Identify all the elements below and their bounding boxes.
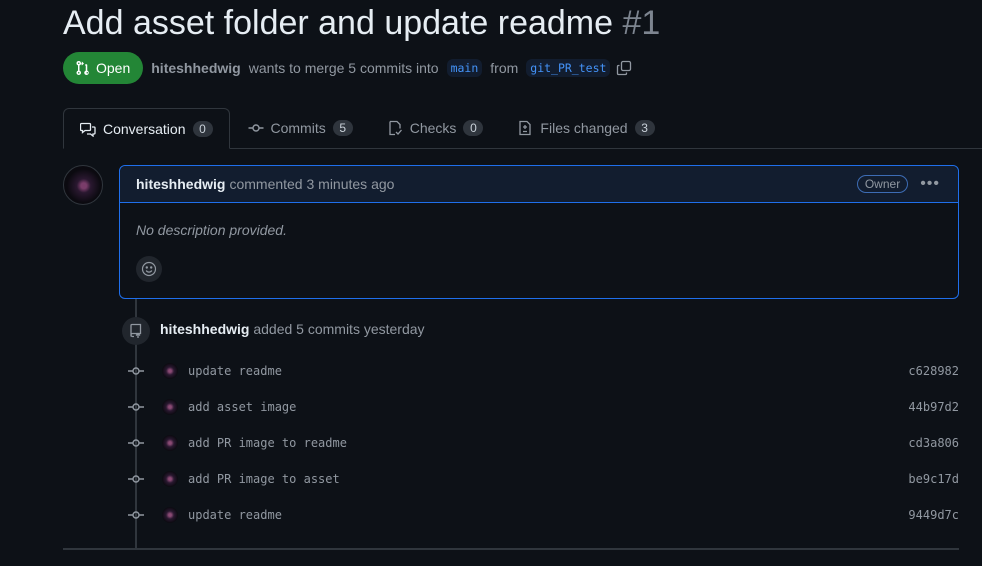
- commit-sha[interactable]: 9449d7c: [908, 508, 959, 522]
- pr-author-link[interactable]: hiteshhedwig: [151, 60, 240, 76]
- commit-row: update readme c628982: [128, 361, 959, 381]
- commit-sha[interactable]: c628982: [908, 364, 959, 378]
- tab-files-changed[interactable]: Files changed 3: [501, 108, 670, 148]
- commit-author-avatar[interactable]: [162, 471, 178, 487]
- smiley-icon: [141, 261, 157, 277]
- tab-checks[interactable]: Checks 0: [371, 108, 500, 148]
- tab-label: Conversation: [103, 120, 186, 137]
- commit-row: add PR image to asset be9c17d: [128, 469, 959, 489]
- kebab-horizontal-icon[interactable]: •••: [918, 175, 942, 193]
- tab-counter: 0: [463, 120, 484, 136]
- owner-badge: Owner: [856, 175, 909, 193]
- commit-row: update readme 9449d7c: [128, 505, 959, 525]
- tab-counter: 5: [332, 120, 353, 136]
- tab-conversation[interactable]: Conversation 0: [63, 108, 230, 149]
- commit-message[interactable]: add PR image to asset: [188, 472, 340, 486]
- git-commit-icon: [128, 435, 144, 451]
- git-commit-icon: [248, 124, 263, 132]
- add-reaction-button[interactable]: [136, 256, 162, 282]
- state-label: Open: [96, 60, 131, 76]
- commit-author-avatar[interactable]: [162, 399, 178, 415]
- git-commit-icon: [128, 363, 144, 379]
- checklist-icon: [389, 120, 402, 136]
- tab-label: Commits: [270, 120, 326, 136]
- repo-push-icon: [122, 317, 150, 345]
- pr-title: Add asset folder and update readme: [63, 4, 614, 42]
- commit-message[interactable]: update readme: [188, 508, 282, 522]
- copy-icon[interactable]: [616, 60, 632, 76]
- comment-body: No description provided.: [136, 222, 287, 238]
- commit-row: add PR image to readme cd3a806: [128, 433, 959, 453]
- event-text: added 5 commits yesterday: [253, 321, 425, 337]
- pr-tabs: Conversation 0 Commits 5 Checks 0 Files …: [63, 108, 982, 149]
- git-commit-icon: [128, 507, 144, 523]
- comment-header: hiteshhedwig commented 3 minutes ago Own…: [120, 166, 958, 203]
- pr-number: #1: [622, 4, 661, 42]
- tab-counter: 0: [192, 120, 213, 137]
- merge-text: wants to merge 5 commits into: [248, 60, 439, 76]
- git-pull-request-icon: [76, 60, 89, 76]
- commit-sha[interactable]: cd3a806: [908, 436, 959, 450]
- comment-author[interactable]: hiteshhedwig: [136, 176, 225, 192]
- comment-box: hiteshhedwig commented 3 minutes ago Own…: [119, 165, 959, 299]
- file-diff-icon: [519, 120, 532, 136]
- from-text: from: [490, 60, 519, 76]
- state-badge: Open: [63, 52, 144, 84]
- tab-commits[interactable]: Commits 5: [232, 108, 369, 148]
- head-branch[interactable]: git_PR_test: [526, 59, 611, 77]
- git-commit-icon: [128, 471, 144, 487]
- comment-action: commented 3 minutes ago: [229, 176, 395, 192]
- commit-author-avatar[interactable]: [162, 363, 178, 379]
- commit-author-avatar[interactable]: [162, 435, 178, 451]
- divider: [63, 548, 959, 550]
- commit-message[interactable]: update readme: [188, 364, 282, 378]
- tab-counter: 3: [634, 120, 655, 136]
- commit-message[interactable]: add asset image: [188, 400, 296, 414]
- author-avatar[interactable]: [63, 165, 103, 205]
- pr-meta: Open hiteshhedwig wants to merge 5 commi…: [63, 52, 632, 84]
- commit-row: add asset image 44b97d2: [128, 397, 959, 417]
- tab-label: Checks: [409, 120, 457, 136]
- event-author[interactable]: hiteshhedwig: [160, 321, 249, 337]
- pr-title-heading: Add asset folder and update readme #1: [63, 4, 660, 43]
- git-commit-icon: [128, 399, 144, 415]
- commit-author-avatar[interactable]: [162, 507, 178, 523]
- commit-sha[interactable]: 44b97d2: [908, 400, 959, 414]
- tab-label: Files changed: [540, 120, 628, 136]
- commits-event: hiteshhedwig added 5 commits yesterday: [160, 321, 425, 337]
- commit-message[interactable]: add PR image to readme: [188, 436, 347, 450]
- base-branch[interactable]: main: [446, 59, 483, 77]
- comment-discussion-icon: [80, 122, 96, 137]
- commit-sha[interactable]: be9c17d: [908, 472, 959, 486]
